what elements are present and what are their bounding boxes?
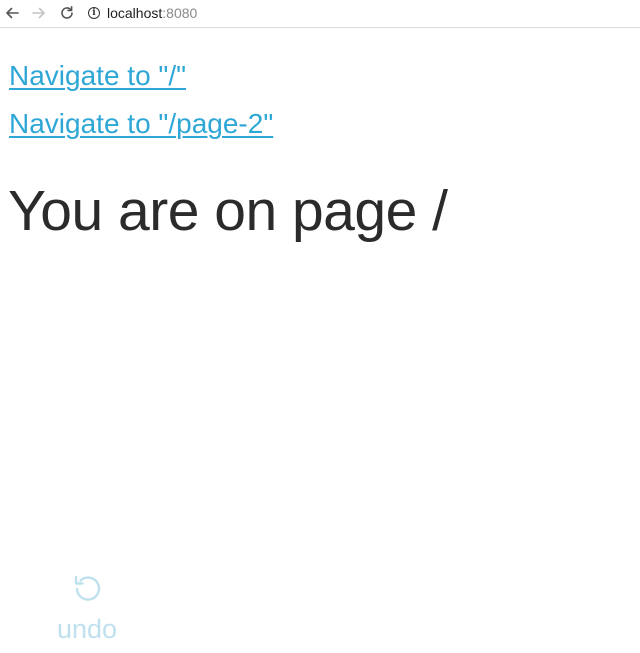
nav-links: Navigate to "/" Navigate to "/page-2" bbox=[9, 52, 273, 148]
reload-button[interactable] bbox=[57, 3, 77, 23]
back-arrow-icon bbox=[6, 7, 19, 19]
undo-label: undo bbox=[56, 614, 118, 644]
forward-button[interactable] bbox=[29, 3, 49, 23]
navigate-page-2-link[interactable]: Navigate to "/page-2" bbox=[9, 100, 273, 148]
navigate-home-link[interactable]: Navigate to "/" bbox=[9, 52, 273, 100]
reload-icon bbox=[61, 6, 73, 19]
back-button[interactable] bbox=[2, 3, 22, 23]
undo-icon bbox=[74, 575, 101, 601]
address-bar[interactable]: i localhost:8080 bbox=[88, 1, 640, 25]
url-port: :8080 bbox=[162, 5, 198, 21]
page-heading: You are on page / bbox=[8, 179, 448, 243]
undo-button[interactable]: undo bbox=[52, 570, 122, 653]
forward-arrow-icon bbox=[32, 7, 45, 19]
url-host: localhost bbox=[107, 5, 163, 21]
info-icon[interactable]: i bbox=[88, 7, 100, 19]
browser-toolbar: i localhost:8080 bbox=[0, 0, 640, 28]
